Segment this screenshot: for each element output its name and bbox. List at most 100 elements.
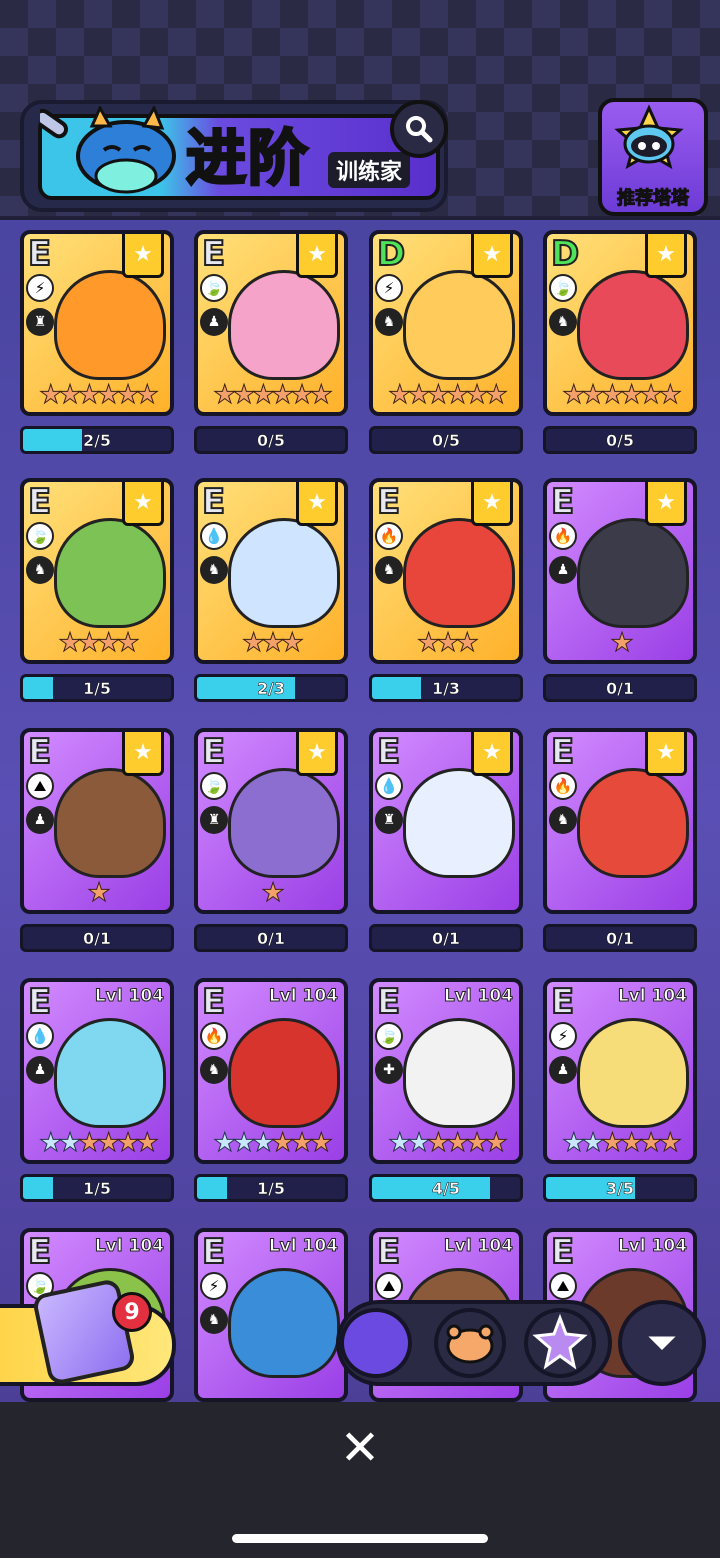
character-card[interactable]: E ★ 💧 ♜ — [369, 728, 523, 914]
grade-label: E — [27, 982, 52, 1023]
character-card[interactable]: E Lvl 104 ⚡ ♟ ★★★★★★ — [543, 978, 697, 1164]
element-icon: ⚡ — [200, 1272, 228, 1300]
tab-robot-icon[interactable] — [340, 1308, 412, 1378]
character-card[interactable]: E ★ 🍃 ♞ ★★★★ — [20, 478, 174, 664]
silver-star-icon: ★ — [581, 1128, 605, 1159]
star-ribbon-icon: ★ — [133, 740, 153, 765]
character-portrait — [577, 1018, 689, 1128]
star-ribbon-icon: ★ — [307, 740, 327, 765]
bronze-star-icon: ★ — [610, 628, 634, 659]
character-card[interactable]: E Lvl 104 🔥 ♞ ★★★★★★ — [194, 978, 348, 1164]
grade-label: E — [27, 1232, 52, 1273]
character-portrait — [54, 270, 166, 380]
level-label: Lvl 104 — [94, 986, 164, 1007]
character-card[interactable]: E Lvl 104 ⚡ ♞ — [194, 1228, 348, 1402]
character-card[interactable]: E ★ 🔥 ♞ — [543, 728, 697, 914]
role-icon: ♞ — [200, 556, 228, 584]
favorite-ribbon[interactable]: ★ — [645, 482, 687, 526]
grade-label: D — [550, 234, 580, 275]
character-card[interactable]: E ★ 🍃 ♟ ★★★★★★ — [194, 230, 348, 416]
recommend-mascot-icon — [614, 104, 684, 170]
favorite-ribbon[interactable]: ★ — [122, 482, 164, 526]
level-label: Lvl 104 — [94, 1236, 164, 1257]
grade-label: E — [201, 234, 226, 275]
bronze-star-icon: ★ — [445, 380, 469, 411]
favorite-ribbon[interactable]: ★ — [645, 732, 687, 776]
filter-button[interactable]: ⏷ — [618, 1300, 706, 1386]
bronze-star-icon: ★ — [290, 1128, 314, 1159]
bronze-star-icon: ★ — [135, 1128, 159, 1159]
element-icon: 🔥 — [549, 772, 577, 800]
character-card[interactable]: E ★ 🔥 ♟ ★ — [543, 478, 697, 664]
favorite-ribbon[interactable]: ★ — [296, 732, 338, 776]
grade-label: E — [27, 482, 52, 523]
progress-text: 1/5 — [82, 1179, 112, 1199]
progress-text: 3/5 — [605, 1179, 635, 1199]
grade-label: E — [376, 732, 401, 773]
grade-label: E — [376, 982, 401, 1023]
character-card[interactable]: E ★ ⛰ ♟ ★ — [20, 728, 174, 914]
bronze-star-icon: ★ — [290, 380, 314, 411]
favorite-ribbon[interactable]: ★ — [645, 234, 687, 278]
close-icon: ✕ — [339, 1420, 381, 1476]
star-rating: ★ — [198, 878, 344, 909]
grade-label: E — [201, 1232, 226, 1273]
star-ribbon-icon: ★ — [656, 242, 676, 267]
character-card[interactable]: D ★ 🍃 ♞ ★★★★★★ — [543, 230, 697, 416]
bronze-star-icon: ★ — [484, 1128, 508, 1159]
silver-star-icon: ★ — [562, 1128, 586, 1159]
character-card[interactable]: E ★ 🍃 ♜ ★ — [194, 728, 348, 914]
favorite-ribbon[interactable]: ★ — [471, 732, 513, 776]
star-ribbon-icon: ★ — [482, 490, 502, 515]
chest-count-badge: 9 — [112, 1292, 152, 1332]
progress-text: 1/3 — [431, 679, 461, 699]
favorite-ribbon[interactable]: ★ — [296, 234, 338, 278]
favorite-ribbon[interactable]: ★ — [122, 234, 164, 278]
character-card[interactable]: E ★ ⚡ ♜ ★★★★★★ — [20, 230, 174, 416]
tab-bear-icon[interactable] — [434, 1308, 506, 1378]
bronze-star-icon: ★ — [562, 380, 586, 411]
favorite-ribbon[interactable]: ★ — [471, 482, 513, 526]
silver-star-icon: ★ — [58, 1128, 82, 1159]
progress-text: 0/1 — [431, 929, 461, 949]
character-card[interactable]: E ★ 💧 ♞ ★★★ — [194, 478, 348, 664]
character-card[interactable]: D ★ ⚡ ♞ ★★★★★★ — [369, 230, 523, 416]
level-label: Lvl 104 — [268, 986, 338, 1007]
search-button[interactable] — [390, 100, 448, 158]
star-rating: ★★★★ — [24, 628, 170, 659]
bronze-star-icon: ★ — [484, 380, 508, 411]
progress-bar: 0/1 — [20, 924, 174, 952]
star-ribbon-icon: ★ — [656, 490, 676, 515]
progress-bar: 0/5 — [194, 426, 348, 454]
star-rating: ★★★★★★ — [547, 380, 693, 411]
character-portrait — [577, 768, 689, 878]
level-label: Lvl 104 — [617, 986, 687, 1007]
favorite-ribbon[interactable]: ★ — [471, 234, 513, 278]
character-portrait — [228, 768, 340, 878]
role-icon: ♞ — [200, 1056, 228, 1084]
tab-star-icon[interactable] — [524, 1308, 596, 1378]
character-portrait — [403, 1018, 515, 1128]
level-label: Lvl 104 — [443, 986, 513, 1007]
bronze-star-icon: ★ — [417, 628, 441, 659]
close-button[interactable]: ✕ — [330, 1418, 390, 1478]
mascot-icon — [40, 106, 176, 194]
grade-label: E — [376, 1232, 401, 1273]
progress-bar: 0/5 — [543, 426, 697, 454]
bronze-star-icon: ★ — [426, 1128, 450, 1159]
element-icon: ⛰ — [375, 1272, 403, 1300]
silver-star-icon: ★ — [251, 1128, 275, 1159]
star-rating: ★★★★★★ — [373, 380, 519, 411]
progress-text: 0/1 — [605, 929, 635, 949]
character-portrait — [403, 518, 515, 628]
bronze-star-icon: ★ — [77, 1128, 101, 1159]
silver-star-icon: ★ — [39, 1128, 63, 1159]
character-card[interactable]: E ★ 🔥 ♞ ★★★ — [369, 478, 523, 664]
favorite-ribbon[interactable]: ★ — [122, 732, 164, 776]
character-card[interactable]: E Lvl 104 💧 ♟ ★★★★★★ — [20, 978, 174, 1164]
role-icon: ♟ — [549, 556, 577, 584]
bronze-star-icon: ★ — [465, 1128, 489, 1159]
favorite-ribbon[interactable]: ★ — [296, 482, 338, 526]
character-card[interactable]: E Lvl 104 🍃 ✚ ★★★★★★ — [369, 978, 523, 1164]
element-icon: ⛰ — [26, 772, 54, 800]
